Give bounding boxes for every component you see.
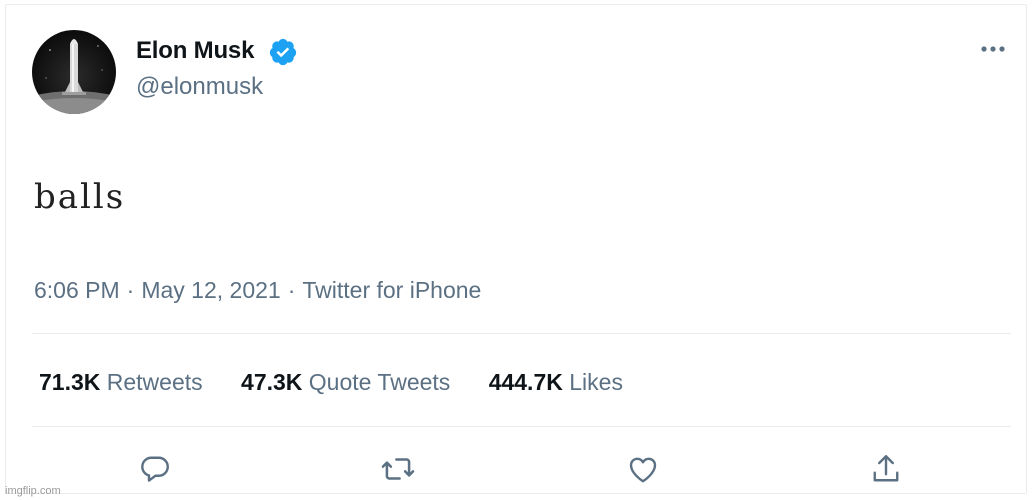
retweets-label: Retweets — [106, 369, 203, 395]
tweet-date[interactable]: May 12, 2021 — [141, 277, 280, 303]
author-handle[interactable]: @elonmusk — [136, 71, 263, 103]
retweets-count: 71.3K — [39, 369, 101, 395]
retweet-icon — [381, 458, 415, 480]
author-name[interactable]: Elon Musk — [136, 35, 254, 67]
divider — [32, 333, 1011, 334]
reply-icon — [141, 456, 169, 482]
watermark: imgflip.com — [5, 485, 61, 497]
meta-separator: · — [287, 277, 296, 303]
divider — [32, 426, 1011, 427]
reply-button[interactable] — [135, 449, 175, 489]
retweets-stat[interactable]: 71.3K Retweets — [39, 365, 203, 399]
tweet-time[interactable]: 6:06 PM — [34, 277, 120, 303]
avatar[interactable] — [32, 30, 116, 114]
likes-count: 444.7K — [488, 369, 563, 395]
likes-label: Likes — [569, 369, 623, 395]
share-icon — [873, 455, 899, 482]
more-options-icon[interactable] — [976, 37, 1010, 61]
likes-stat[interactable]: 444.7K Likes — [489, 365, 623, 399]
meta-separator: · — [126, 277, 135, 303]
engagement-stats: 71.3K Retweets 47.3K Quote Tweets 444.7K… — [39, 365, 655, 399]
tweet-source[interactable]: Twitter for iPhone — [302, 277, 481, 303]
tweet-text: balls — [34, 177, 126, 217]
quote-tweets-label: Quote Tweets — [308, 369, 451, 395]
share-button[interactable] — [866, 449, 906, 489]
verified-badge-icon — [269, 38, 297, 66]
rocket-avatar-image — [32, 39, 116, 114]
quote-tweets-count: 47.3K — [241, 369, 303, 395]
retweet-button[interactable] — [378, 449, 418, 489]
tweet-meta: 6:06 PM · May 12, 2021 · Twitter for iPhone — [34, 273, 481, 307]
tweet-card: Elon Musk @elonmusk balls 6:06 PM · May 12… — [5, 4, 1027, 494]
quote-tweets-stat[interactable]: 47.3K Quote Tweets — [241, 365, 450, 399]
like-button[interactable] — [623, 449, 663, 489]
like-icon — [629, 457, 657, 483]
